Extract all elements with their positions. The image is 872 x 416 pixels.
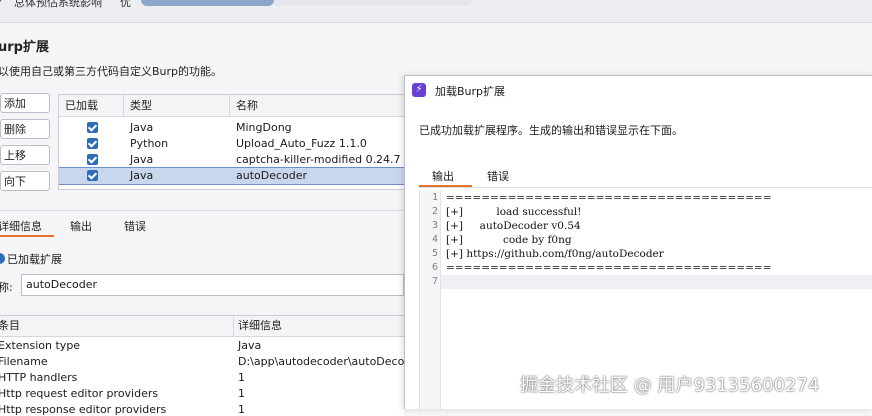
detail-table-header bbox=[0, 316, 404, 337]
line-number: 4 bbox=[431, 234, 438, 245]
name-field[interactable]: autoDecoder bbox=[21, 274, 404, 296]
row-name: autoDecoder bbox=[236, 169, 308, 182]
line-number: 1 bbox=[431, 192, 438, 203]
add-button[interactable]: 添加 bbox=[0, 93, 50, 113]
active-tab-indicator bbox=[0, 235, 54, 237]
column-header-name[interactable]: 名称 bbox=[230, 95, 405, 116]
table-row[interactable]: Java MingDong bbox=[59, 120, 405, 136]
row-type: Java bbox=[130, 153, 154, 166]
tab-errors[interactable]: 错误 bbox=[124, 217, 146, 237]
table-row[interactable]: Java captcha-killer-modified 0.24.7 bbox=[59, 152, 405, 168]
active-tab-indicator bbox=[419, 185, 472, 187]
dialog-title: 加载Burp扩展 bbox=[435, 85, 506, 98]
top-progress-bar bbox=[141, 0, 274, 6]
top-title: 总体预估系统影响 bbox=[14, 0, 102, 9]
table-row[interactable]: Python Upload_Auto_Fuzz 1.1.0 bbox=[59, 136, 405, 152]
name-label: 称: bbox=[0, 281, 13, 294]
remove-button[interactable]: 删除 bbox=[0, 119, 50, 139]
extensions-table: 已加载 类型 名称 Java MingDong Python Upload_Au… bbox=[58, 94, 406, 190]
loaded-extension-label: 已加载扩展 bbox=[7, 253, 62, 266]
table-row-selected[interactable]: Java autoDecoder bbox=[59, 167, 405, 185]
top-mid-label: 优 bbox=[120, 0, 131, 9]
top-strip: ⁄ 总体预估系统影响 优 bbox=[0, 0, 872, 23]
line-number: 2 bbox=[431, 206, 438, 217]
move-up-button[interactable]: 上移 bbox=[0, 145, 50, 165]
detail-value: 1 bbox=[238, 403, 245, 416]
section-divider bbox=[0, 210, 404, 211]
loaded-checkbox[interactable] bbox=[87, 170, 98, 181]
load-extension-dialog: ⚡ 加载Burp扩展 已成功加载扩展程序。生成的输出和错误显示在下面。 输出 错… bbox=[404, 75, 872, 409]
output-line: [+] load successful! bbox=[446, 206, 582, 218]
loaded-checkbox[interactable] bbox=[87, 138, 98, 149]
dialog-tab-divider bbox=[419, 187, 872, 188]
top-progress-track bbox=[274, 0, 472, 6]
line-number-gutter: 1 2 3 4 5 6 7 bbox=[420, 190, 441, 409]
dialog-tab-errors[interactable]: 错误 bbox=[487, 168, 509, 184]
detail-item: Extension type bbox=[0, 339, 81, 352]
column-header-type[interactable]: 类型 bbox=[124, 95, 230, 116]
loaded-checkbox[interactable] bbox=[87, 122, 98, 133]
row-type: Java bbox=[130, 169, 154, 182]
output-line: [+] https://github.com/f0ng/autoDecoder bbox=[446, 248, 664, 260]
line-number: 6 bbox=[431, 262, 438, 273]
detail-item: Filename bbox=[0, 355, 48, 368]
detail-value: 1 bbox=[238, 387, 245, 400]
column-header-detail[interactable]: 详细信息 bbox=[238, 318, 282, 334]
line-number: 3 bbox=[431, 220, 438, 231]
tab-details[interactable]: 详细信息 bbox=[0, 217, 42, 237]
detail-value: D:\app\autodecoder\autoDeco bbox=[238, 355, 404, 368]
detail-item: Http request editor providers bbox=[0, 387, 159, 400]
detail-value: Java bbox=[238, 339, 262, 352]
detail-table: 条目 详细信息 Extension type Java Filename D:\… bbox=[0, 315, 404, 416]
dialog-tab-output[interactable]: 输出 bbox=[432, 168, 454, 184]
current-line-highlight bbox=[441, 275, 872, 289]
dialog-titlebar[interactable]: ⚡ 加载Burp扩展 bbox=[405, 76, 872, 104]
watermark: 掘金技术社区 @ 用户93135600274 bbox=[520, 375, 820, 396]
top-prefix: ⁄ bbox=[0, 0, 2, 7]
line-number: 5 bbox=[431, 248, 438, 259]
detail-item: Http response editor providers bbox=[0, 403, 167, 416]
output-line: ===================================== bbox=[446, 192, 772, 204]
detail-item: HTTP handlers bbox=[0, 371, 78, 384]
row-type: Java bbox=[130, 121, 154, 134]
column-header-loaded[interactable]: 已加载 bbox=[59, 95, 124, 116]
output-line: [+] autoDecoder v0.54 bbox=[446, 220, 581, 232]
tab-output[interactable]: 输出 bbox=[70, 217, 92, 237]
line-number: 7 bbox=[431, 276, 438, 287]
loaded-checkbox[interactable] bbox=[0, 253, 5, 264]
output-line: [+] code by f0ng bbox=[446, 234, 572, 246]
column-divider bbox=[233, 316, 234, 336]
row-name: MingDong bbox=[236, 121, 292, 134]
extensions-heading: urp扩展 bbox=[0, 40, 49, 55]
row-name: Upload_Auto_Fuzz 1.1.0 bbox=[236, 137, 367, 150]
row-name: captcha-killer-modified 0.24.7 bbox=[236, 153, 401, 166]
loaded-checkbox[interactable] bbox=[87, 154, 98, 165]
row-type: Python bbox=[130, 137, 169, 150]
column-header-item[interactable]: 条目 bbox=[0, 318, 20, 334]
move-down-button[interactable]: 向下 bbox=[0, 171, 50, 191]
detail-value: 1 bbox=[238, 371, 245, 384]
dialog-message: 已成功加载扩展程序。生成的输出和错误显示在下面。 bbox=[419, 124, 683, 137]
extensions-description: 以使用自己或第三方代码自定义Burp的功能。 bbox=[0, 65, 223, 78]
output-line: ===================================== bbox=[446, 262, 772, 274]
burp-lightning-icon: ⚡ bbox=[412, 83, 426, 97]
